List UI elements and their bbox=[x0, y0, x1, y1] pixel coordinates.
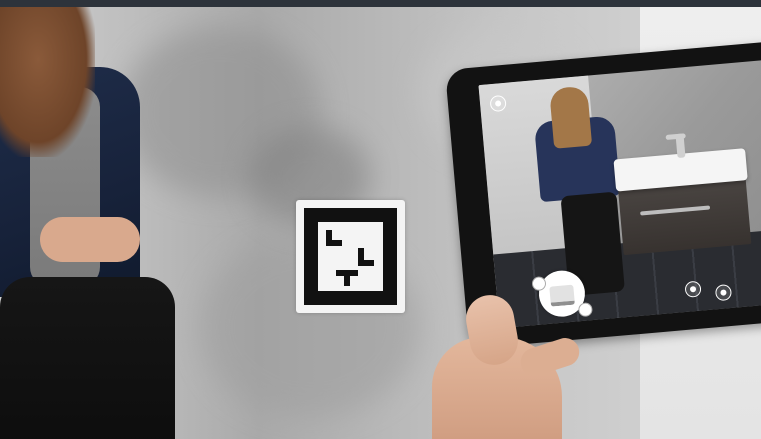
screen-woman-hair bbox=[549, 85, 593, 149]
woman-hands bbox=[40, 217, 140, 262]
woman-hair bbox=[0, 7, 95, 157]
ar-marker-pattern bbox=[318, 222, 383, 291]
ar-marker bbox=[296, 200, 405, 313]
product-thumbnail-sink bbox=[549, 284, 575, 307]
marker-glyph bbox=[344, 276, 350, 286]
woman-pants bbox=[0, 277, 175, 439]
top-bar bbox=[0, 0, 761, 7]
ar-marker-border bbox=[304, 208, 397, 305]
tablet-screen bbox=[478, 58, 761, 329]
marker-glyph bbox=[364, 260, 374, 266]
ar-photo bbox=[0, 7, 761, 439]
marker-glyph bbox=[332, 240, 342, 246]
